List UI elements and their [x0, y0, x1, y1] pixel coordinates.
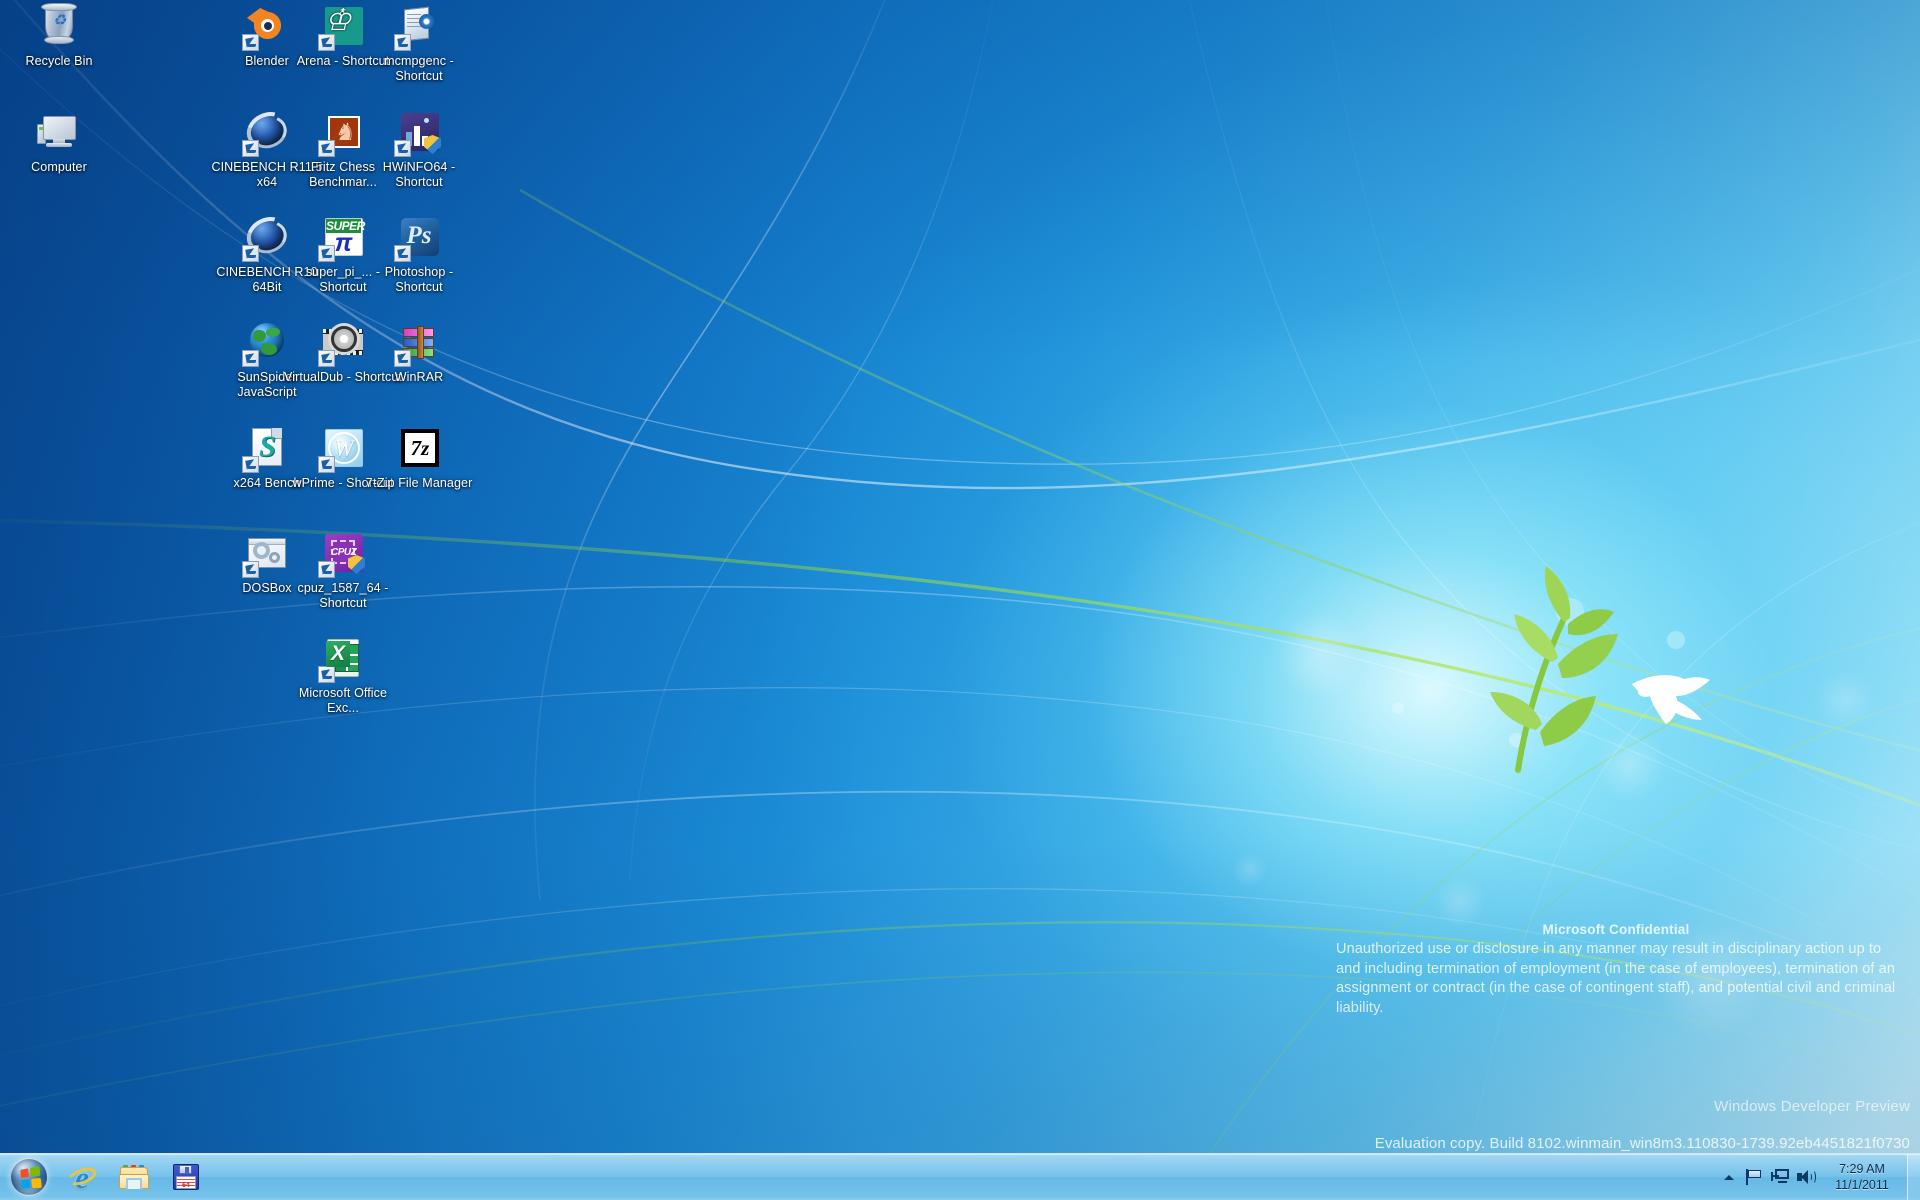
taskbar-button-internet-explorer[interactable]: e — [58, 1156, 106, 1198]
shortcut-overlay-icon — [394, 350, 411, 367]
desktop-icon-computer[interactable]: Computer — [0, 108, 118, 175]
desktop-icon-label: HWiNFO64 - Shortcut — [382, 160, 456, 189]
photoshop-icon: Ps — [394, 213, 443, 262]
desktop-icon-label: Computer — [31, 160, 87, 174]
desktop-icon-cpuz[interactable]: CPUZ cpuz_1587_64 - Shortcut — [284, 529, 402, 610]
chevron-up-icon — [1724, 1174, 1734, 1180]
desktop-icon-label: WinRAR — [394, 370, 444, 384]
shortcut-overlay-icon — [394, 140, 411, 157]
floppy-disk-icon: 64 — [170, 1161, 202, 1193]
shortcut-overlay-icon — [242, 561, 259, 578]
tray-icon-volume[interactable] — [1793, 1159, 1819, 1195]
show-desktop-button[interactable] — [1907, 1153, 1920, 1200]
shortcut-overlay-icon — [394, 245, 411, 262]
desktop-icon-label: Recycle Bin — [25, 54, 93, 68]
speaker-icon — [1796, 1169, 1816, 1185]
shortcut-overlay-icon — [318, 666, 335, 683]
desktop-icon-grid: ♻ Recycle Bin Computer Blender ♔ Arena - Shor… — [0, 0, 1920, 1160]
desktop-icon-ms-office-excel[interactable]: X Microsoft Office Exc... — [284, 634, 402, 715]
internet-explorer-icon: e — [65, 1161, 99, 1194]
shortcut-overlay-icon — [242, 140, 259, 157]
clock-time: 7:29 AM — [1839, 1162, 1885, 1176]
desktop-icon-label: mcmpgenc - Shortcut — [384, 54, 454, 83]
start-button[interactable] — [2, 1155, 56, 1199]
tray-icon-action-center[interactable] — [1741, 1159, 1767, 1195]
tray-icon-network[interactable] — [1767, 1159, 1793, 1195]
hwinfo-icon — [394, 108, 443, 157]
computer-icon — [35, 108, 83, 156]
windows-flag-icon — [20, 1166, 42, 1189]
shortcut-overlay-icon — [242, 34, 259, 51]
shortcut-overlay-icon — [394, 34, 411, 51]
cpuz-icon: CPUZ — [318, 529, 367, 578]
shortcut-overlay-icon — [318, 140, 335, 157]
taskbar-button-disk-benchmark[interactable]: 64 — [162, 1156, 210, 1198]
shortcut-overlay-icon — [318, 245, 335, 262]
winrar-books-icon — [394, 318, 443, 367]
windows-orb-icon — [10, 1158, 48, 1196]
clock[interactable]: 7:29 AM 11/1/2011 — [1819, 1154, 1905, 1200]
desktop-icon-label: Photoshop - Shortcut — [384, 265, 454, 294]
folder-icon — [118, 1161, 150, 1193]
desktop-icon-label: Microsoft Office Exc... — [298, 686, 388, 715]
shortcut-overlay-icon — [318, 350, 335, 367]
shortcut-overlay-icon — [318, 34, 335, 51]
recycle-bin-icon: ♻ — [35, 2, 83, 50]
taskbar[interactable]: e 64 7:29 AM 11/1/2011 — [0, 1153, 1920, 1200]
desktop-icon-photoshop[interactable]: Ps Photoshop - Shortcut — [360, 213, 478, 294]
software-box-icon — [394, 2, 443, 51]
network-icon — [1770, 1169, 1790, 1185]
show-hidden-icons-button[interactable] — [1717, 1159, 1741, 1195]
shortcut-overlay-icon — [242, 350, 259, 367]
shortcut-overlay-icon — [318, 561, 335, 578]
shortcut-overlay-icon — [242, 245, 259, 262]
taskbar-button-windows-explorer[interactable] — [110, 1156, 158, 1198]
desktop-icon-recycle-bin[interactable]: ♻ Recycle Bin — [0, 2, 118, 69]
desktop-icon-label: cpuz_1587_64 - Shortcut — [297, 581, 389, 610]
excel-icon: X — [318, 634, 367, 683]
desktop-icon-hwinfo64[interactable]: HWiNFO64 - Shortcut — [360, 108, 478, 189]
shortcut-overlay-icon — [242, 456, 259, 473]
shortcut-overlay-icon — [318, 456, 335, 473]
desktop-icon-winrar[interactable]: WinRAR — [360, 318, 478, 385]
desktop-icon-7zip-file-manager[interactable]: 7z 7-Zip File Manager — [360, 424, 478, 491]
clock-date: 11/1/2011 — [1835, 1178, 1889, 1192]
flag-icon — [1745, 1169, 1763, 1185]
system-tray[interactable]: 7:29 AM 11/1/2011 — [1717, 1153, 1920, 1200]
sevenzip-icon: 7z — [395, 424, 443, 472]
desktop-icon-label: 7-Zip File Manager — [365, 476, 473, 490]
desktop-icon-mcmpgenc[interactable]: mcmpgenc - Shortcut — [360, 2, 478, 83]
